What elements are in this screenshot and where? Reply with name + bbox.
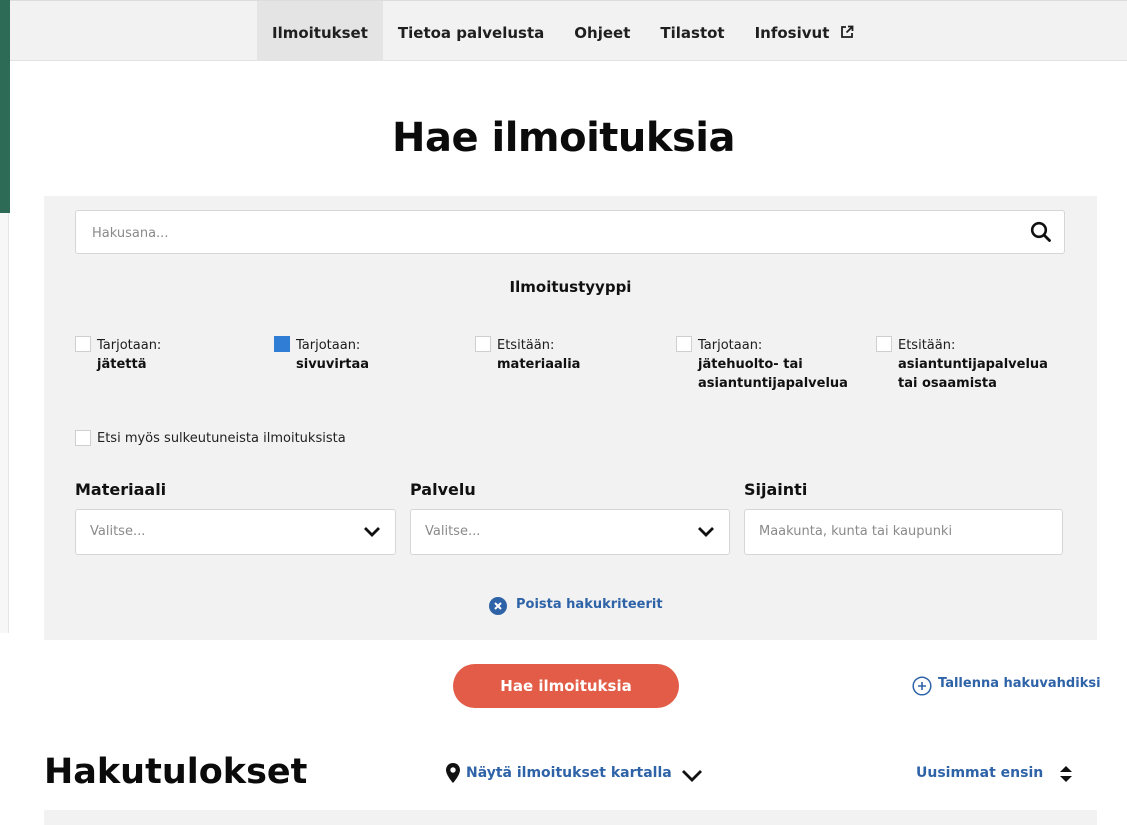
nav-item-label: Tietoa palvelusta — [397, 24, 545, 42]
closed-listings-label: Etsi myös sulkeutuneista ilmoituksista — [97, 431, 346, 446]
location-input[interactable]: Maakunta, kunta tai kaupunki — [744, 509, 1063, 555]
checkbox[interactable] — [75, 430, 91, 446]
nav-item-label: Tilastot — [660, 24, 725, 42]
left-side-panel — [0, 213, 9, 633]
nav-item-tietoa-palvelusta[interactable]: Tietoa palvelusta — [383, 1, 559, 61]
chevron-down-icon — [364, 527, 380, 537]
search-box — [75, 210, 1065, 255]
type-option-wanted-expertise[interactable]: Etsitään: asiantuntijapalvelua tai osaam… — [876, 336, 1056, 393]
material-label: Materiaali — [75, 480, 167, 499]
nav-item-tilastot[interactable]: Tilastot — [645, 1, 739, 61]
location-input-placeholder: Maakunta, kunta tai kaupunki — [759, 524, 953, 539]
type-option-offered-service[interactable]: Tarjotaan: jätehuolto- tai asiantuntijap… — [676, 336, 851, 393]
nav-item-ilmoitukset[interactable]: Ilmoitukset — [257, 1, 383, 61]
type-option-line2: jätettä — [97, 357, 147, 372]
chevron-down-icon — [698, 527, 714, 537]
clear-criteria-label: Poista hakukriteerit — [516, 597, 663, 612]
nav-item-label: Infosivut — [754, 24, 830, 42]
service-select-value: Valitse... — [425, 524, 481, 539]
search-input[interactable] — [90, 211, 1014, 255]
type-option-line1: Etsitään: — [898, 338, 956, 353]
closed-listings-option[interactable]: Etsi myös sulkeutuneista ilmoituksista — [75, 430, 346, 447]
checkbox-checked[interactable] — [274, 336, 290, 352]
search-button[interactable]: Hae ilmoituksia — [453, 664, 679, 708]
type-option-offered-side-stream[interactable]: Tarjotaan: sivuvirtaa — [274, 336, 434, 374]
nav-item-infosivut[interactable]: Infosivut — [740, 1, 869, 61]
checkbox[interactable] — [475, 336, 491, 352]
material-select-value: Valitse... — [90, 524, 146, 539]
left-accent-bar — [0, 0, 10, 213]
type-option-line1: Tarjotaan: — [97, 338, 162, 353]
material-select[interactable]: Valitse... — [75, 509, 396, 555]
plus-circle-icon — [912, 676, 932, 696]
sort-label: Uusimmat ensin — [916, 765, 1044, 781]
results-title: Hakutulokset — [44, 752, 308, 792]
clear-criteria-button[interactable]: Poista hakukriteerit — [488, 597, 663, 615]
type-option-wanted-material[interactable]: Etsitään: materiaalia — [475, 336, 635, 374]
checkbox[interactable] — [876, 336, 892, 352]
top-navigation: Ilmoitukset Tietoa palvelusta Ohjeet Til… — [10, 0, 1127, 61]
type-option-offered-waste[interactable]: Tarjotaan: jätettä — [75, 336, 235, 374]
nav-items: Ilmoitukset Tietoa palvelusta Ohjeet Til… — [257, 1, 869, 61]
search-icon[interactable] — [1030, 221, 1052, 243]
external-link-icon — [840, 25, 854, 38]
save-search-watch-button[interactable]: Tallenna hakuvahdiksi — [912, 676, 1101, 696]
show-on-map-label: Näytä ilmoitukset kartalla — [466, 765, 672, 781]
location-label: Sijainti — [744, 480, 808, 499]
map-pin-icon — [446, 763, 460, 783]
search-button-label: Hae ilmoituksia — [500, 677, 632, 695]
type-option-line1: Tarjotaan: — [296, 338, 361, 353]
search-panel: Ilmoitustyyppi Tarjotaan: jätettä Tarjot… — [44, 196, 1097, 640]
sort-select[interactable]: Uusimmat ensin — [916, 765, 1073, 782]
clear-circle-icon — [489, 597, 507, 615]
type-option-line2: materiaalia — [497, 357, 581, 372]
type-option-line1: Tarjotaan: — [698, 338, 763, 353]
sort-icon — [1060, 766, 1073, 782]
save-search-watch-label: Tallenna hakuvahdiksi — [938, 676, 1101, 691]
checkbox[interactable] — [75, 336, 91, 352]
results-list-top — [44, 810, 1097, 825]
type-option-line1: Etsitään: — [497, 338, 555, 353]
type-option-line2: sivuvirtaa — [296, 357, 370, 372]
type-option-line2: asiantuntijapalvelua tai osaamista — [898, 357, 1048, 391]
nav-item-ohjeet[interactable]: Ohjeet — [559, 1, 645, 61]
nav-item-label: Ilmoitukset — [272, 24, 368, 42]
show-on-map-toggle[interactable]: Näytä ilmoitukset kartalla — [446, 763, 702, 783]
nav-item-label: Ohjeet — [574, 24, 631, 42]
service-label: Palvelu — [410, 480, 476, 499]
chevron-down-icon — [681, 770, 702, 782]
type-option-line2: jätehuolto- tai asiantuntijapalvelua — [698, 357, 848, 391]
service-select[interactable]: Valitse... — [410, 509, 730, 555]
type-heading: Ilmoitustyyppi — [509, 278, 632, 296]
page-title: Hae ilmoituksia — [391, 115, 736, 161]
checkbox[interactable] — [676, 336, 692, 352]
